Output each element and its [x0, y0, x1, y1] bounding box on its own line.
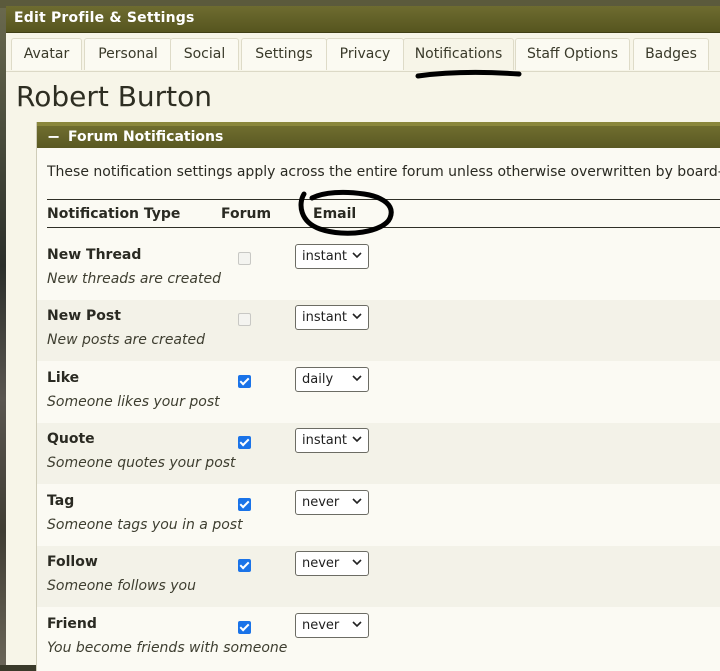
panel-title: Forum Notifications	[68, 129, 224, 145]
email-frequency-select[interactable]: instant	[295, 305, 369, 330]
notification-row-follow: Follow Someone follows you never	[37, 546, 720, 607]
select-value: never	[302, 556, 340, 571]
column-header-type: Notification Type	[47, 206, 181, 222]
row-description: Someone follows you	[47, 578, 196, 594]
notification-row-quote: Quote Someone quotes your post instant	[37, 423, 720, 484]
forum-checkbox[interactable]	[238, 436, 251, 449]
email-frequency-select[interactable]: never	[295, 490, 369, 515]
email-frequency-select[interactable]: instant	[295, 244, 369, 269]
window-titlebar[interactable]: Edit Profile & Settings	[6, 6, 720, 33]
panel-header[interactable]: − Forum Notifications	[37, 122, 720, 148]
tab-personal[interactable]: Personal	[84, 38, 172, 70]
column-header-forum: Forum	[221, 206, 272, 222]
tab-notifications[interactable]: Notifications	[403, 38, 514, 70]
collapse-icon[interactable]: −	[47, 127, 60, 146]
chevron-down-icon	[352, 498, 362, 505]
row-title: Friend	[47, 616, 97, 632]
row-description: Someone tags you in a post	[47, 517, 243, 533]
tab-social[interactable]: Social	[170, 38, 239, 70]
email-frequency-select[interactable]: daily	[295, 367, 369, 392]
row-title: Like	[47, 370, 80, 386]
row-description: Someone quotes your post	[47, 455, 236, 471]
select-value: instant	[302, 310, 348, 325]
select-value: daily	[302, 372, 334, 387]
chevron-down-icon	[352, 436, 362, 443]
row-title: New Thread	[47, 247, 142, 263]
notification-row-friend: Friend You become friends with someone n…	[37, 608, 720, 669]
select-value: instant	[302, 249, 348, 264]
edit-profile-window: Edit Profile & Settings Avatar Personal …	[6, 6, 720, 671]
tab-label: Social	[183, 46, 226, 62]
select-value: never	[302, 618, 340, 633]
forum-checkbox[interactable]	[238, 375, 251, 388]
tab-label: Personal	[98, 46, 158, 62]
notification-row-new-thread: New Thread New threads are created insta…	[37, 239, 720, 300]
tab-badges[interactable]: Badges	[633, 38, 709, 70]
email-frequency-select[interactable]: never	[295, 613, 369, 638]
row-description: New threads are created	[47, 271, 221, 287]
notification-row-tag: Tag Someone tags you in a post never	[37, 485, 720, 546]
row-title: Tag	[47, 493, 75, 509]
tab-label: Avatar	[23, 46, 70, 62]
tab-staff-options[interactable]: Staff Options	[515, 38, 630, 70]
row-description: Someone likes your post	[47, 394, 220, 410]
chevron-down-icon	[352, 375, 362, 382]
forum-checkbox[interactable]	[238, 559, 251, 572]
row-title: Quote	[47, 431, 95, 447]
tab-settings[interactable]: Settings	[241, 38, 327, 70]
forum-checkbox[interactable]	[238, 313, 251, 326]
email-frequency-select[interactable]: never	[295, 551, 369, 576]
row-title: New Post	[47, 308, 121, 324]
forum-checkbox[interactable]	[238, 621, 251, 634]
row-title: Follow	[47, 554, 98, 570]
select-value: instant	[302, 433, 348, 448]
chevron-down-icon	[352, 559, 362, 566]
annotation-circle	[298, 189, 394, 236]
forum-checkbox[interactable]	[238, 498, 251, 511]
profile-name: Robert Burton	[16, 80, 213, 113]
row-description: New posts are created	[47, 332, 205, 348]
annotation-underline	[415, 70, 522, 79]
chevron-down-icon	[352, 621, 362, 628]
tab-label: Badges	[645, 46, 697, 62]
tab-avatar[interactable]: Avatar	[11, 38, 82, 70]
intro-text: These notification settings apply across…	[47, 164, 720, 180]
settings-tabs: Avatar Personal Social Settings Privacy …	[6, 33, 720, 72]
tab-label: Settings	[255, 46, 313, 62]
email-frequency-select[interactable]: instant	[295, 428, 369, 453]
tab-label: Notifications	[414, 46, 503, 62]
tab-privacy[interactable]: Privacy	[326, 38, 404, 70]
notification-row-like: Like Someone likes your post daily	[37, 362, 720, 423]
window-title: Edit Profile & Settings	[14, 10, 195, 26]
chevron-down-icon	[352, 252, 362, 259]
tab-label: Staff Options	[526, 46, 619, 62]
chevron-down-icon	[352, 313, 362, 320]
notification-row-new-post: New Post New posts are created instant	[37, 300, 720, 361]
select-value: never	[302, 495, 340, 510]
tab-label: Privacy	[339, 46, 391, 62]
forum-checkbox[interactable]	[238, 252, 251, 265]
row-description: You become friends with someone	[47, 640, 288, 656]
